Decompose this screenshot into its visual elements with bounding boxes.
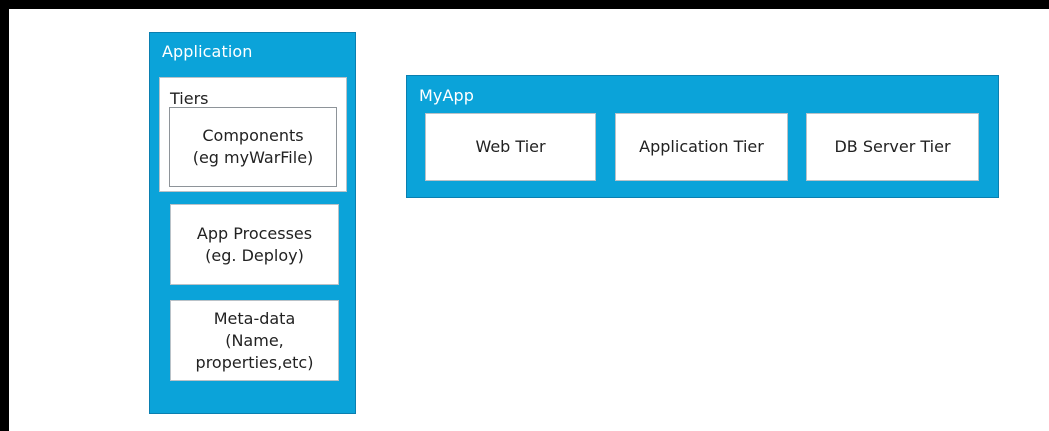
diagram-canvas: Application Tiers Components (eg myWarFi… bbox=[9, 9, 1049, 431]
app-processes-box: App Processes (eg. Deploy) bbox=[170, 204, 339, 285]
app-processes-text: App Processes (eg. Deploy) bbox=[196, 223, 313, 265]
myapp-panel: MyApp Web Tier Application Tier DB Serve… bbox=[406, 75, 999, 198]
meta-data-box: Meta-data (Name, properties,etc) bbox=[170, 300, 339, 381]
db-server-tier-text: DB Server Tier bbox=[834, 137, 951, 156]
application-title: Application bbox=[162, 42, 253, 61]
components-text: Components (eg myWarFile) bbox=[192, 126, 314, 167]
application-tier-box: Application Tier bbox=[615, 113, 788, 181]
tiers-box: Tiers Components (eg myWarFile) bbox=[159, 77, 347, 192]
application-tier-text: Application Tier bbox=[639, 137, 764, 156]
web-tier-text: Web Tier bbox=[475, 137, 546, 156]
meta-data-text: Meta-data (Name, properties,etc) bbox=[195, 308, 314, 372]
myapp-title: MyApp bbox=[419, 86, 475, 105]
application-panel: Application Tiers Components (eg myWarFi… bbox=[149, 32, 356, 414]
web-tier-box: Web Tier bbox=[425, 113, 596, 181]
components-box: Components (eg myWarFile) bbox=[169, 107, 337, 187]
db-server-tier-box: DB Server Tier bbox=[806, 113, 979, 181]
